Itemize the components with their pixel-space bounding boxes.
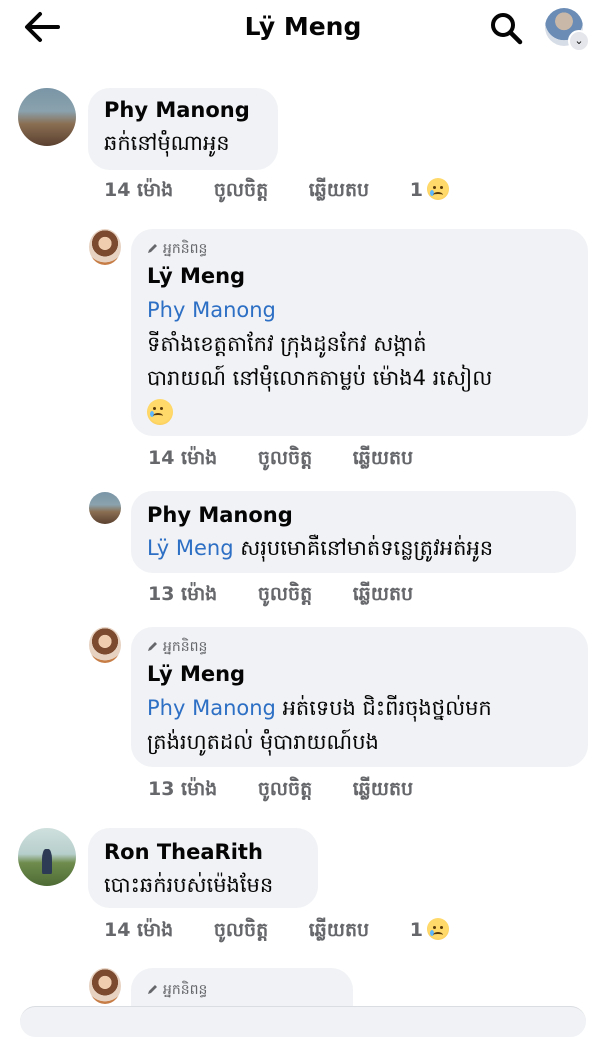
like-button[interactable]: ចូលចិត្ត	[258, 447, 312, 469]
comment-time: 14 ម៉ោង	[104, 919, 174, 941]
like-button[interactable]: ចូលចិត្ត	[258, 778, 312, 800]
reaction-count[interactable]: 1	[410, 179, 423, 201]
comment-bubble: Phy Manong Lÿ Meng សរុបមោគឺនៅមាត់ទន្លេត្…	[131, 491, 576, 573]
comment-text-line: ទីតាំងខេត្តតាកែវ ក្រុងដូនកែវ សង្កាត់	[147, 332, 427, 356]
comment-time: 13 ម៉ោង	[148, 778, 218, 800]
sad-emoji-icon[interactable]	[426, 918, 449, 940]
comment-time: 14 ម៉ោង	[104, 179, 174, 201]
like-button[interactable]: ចូលចិត្ត	[214, 179, 268, 201]
like-button[interactable]: ចូលចិត្ត	[214, 919, 268, 941]
comment-author[interactable]: Lÿ Meng	[147, 264, 245, 288]
comment-time: 13 ម៉ោង	[148, 583, 218, 605]
search-icon[interactable]	[488, 10, 524, 46]
mention-link[interactable]: Lÿ Meng	[147, 536, 234, 560]
comment-time: 14 ម៉ោង	[148, 447, 218, 469]
comment-actions: 14 ម៉ោង ចូលចិត្ត ឆ្លើយតប 1	[104, 918, 449, 946]
comment-actions: 14 ម៉ោង ចូលចិត្ត ឆ្លើយតប 1	[104, 178, 449, 206]
author-badge: អ្នកនិពន្ធ	[163, 241, 208, 257]
comment-actions: 13 ម៉ោង ចូលចិត្ត ឆ្លើយតប	[148, 777, 413, 805]
pencil-icon	[148, 985, 157, 994]
comment-bubble: Phy Manong ឆក់នៅម៉ុំណាអូន	[88, 88, 278, 170]
author-badge: អ្នកនិពន្ធ	[163, 982, 208, 998]
comment-author[interactable]: Ron TheaRith	[104, 840, 263, 864]
comment-bubble: អ្នកនិពន្ធ Lÿ Meng Phy Manong ទីតាំងខេត្…	[131, 229, 588, 436]
sad-emoji-icon[interactable]	[426, 178, 449, 200]
top-bar: Lÿ Meng ⌄	[0, 0, 606, 56]
avatar[interactable]	[89, 968, 121, 1004]
reply-button[interactable]: ឆ្លើយតប	[353, 778, 413, 800]
chevron-down-icon[interactable]: ⌄	[568, 30, 590, 52]
comment-text: បោះឆក់របស់ម៉េងមែន	[104, 873, 274, 897]
comment-actions: 14 ម៉ោង ចូលចិត្ត ឆ្លើយតប	[148, 446, 413, 474]
comment-author[interactable]: Phy Manong	[104, 98, 250, 122]
mention-link[interactable]: Phy Manong	[147, 696, 276, 720]
reaction-count[interactable]: 1	[410, 919, 423, 941]
reply-button[interactable]: ឆ្លើយតប	[309, 919, 369, 941]
comment-text-line: ត្រង់រហូតដល់ ម៉ុំបារាយណ៍បង	[147, 730, 379, 754]
avatar[interactable]	[89, 229, 121, 265]
reply-button[interactable]: ឆ្លើយតប	[353, 583, 413, 605]
reply-button[interactable]: ឆ្លើយតប	[309, 179, 369, 201]
mention-link[interactable]: Phy Manong	[147, 293, 276, 327]
pencil-icon	[148, 244, 157, 253]
comment-text-line: បារាយណ៍ នៅម៉ុំលោកតាម្លប់ ម៉ោង4 រសៀល	[147, 366, 493, 390]
comment-text-line: អត់ទេបង ជិះពីរចុងថ្នល់មក	[282, 696, 492, 720]
author-badge: អ្នកនិពន្ធ	[163, 639, 208, 655]
reply-button[interactable]: ឆ្លើយតប	[353, 447, 413, 469]
comment-text: ឆក់នៅម៉ុំណាអូន	[104, 131, 230, 155]
comment-bubble: អ្នកនិពន្ធ Lÿ Meng Phy Manong អត់ទេបង ជិ…	[131, 627, 588, 767]
avatar[interactable]	[89, 492, 121, 524]
comment-actions: 13 ម៉ោង ចូលចិត្ត ឆ្លើយតប	[148, 582, 413, 610]
comment-author[interactable]: Phy Manong	[147, 503, 293, 527]
pencil-icon	[148, 642, 157, 651]
comment-author[interactable]: Lÿ Meng	[147, 662, 245, 686]
comment-text: សរុបមោគឺនៅមាត់ទន្លេត្រូវអត់អូន	[240, 536, 494, 560]
like-button[interactable]: ចូលចិត្ត	[258, 583, 312, 605]
sad-emoji-icon	[147, 399, 173, 425]
avatar[interactable]	[18, 828, 76, 886]
comment-bubble: Ron TheaRith បោះឆក់របស់ម៉េងមែន	[88, 828, 318, 908]
avatar[interactable]	[89, 627, 121, 663]
avatar[interactable]	[18, 88, 76, 146]
